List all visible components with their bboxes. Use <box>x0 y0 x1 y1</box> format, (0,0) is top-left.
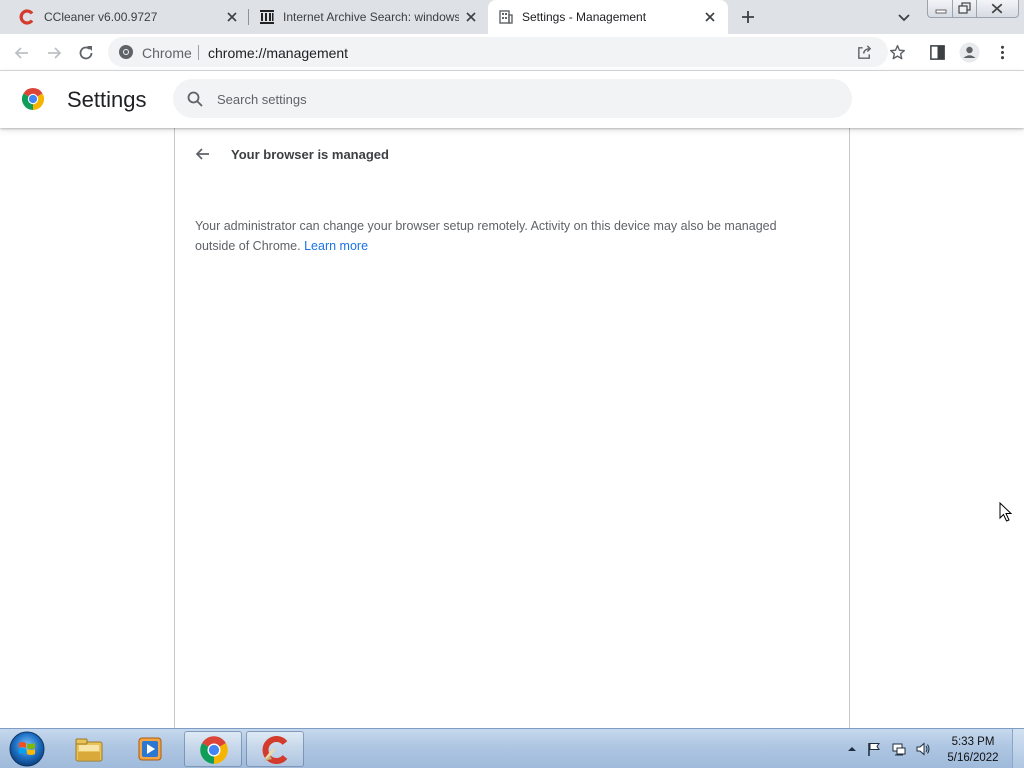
tab-title: CCleaner v6.00.9727 <box>44 10 158 24</box>
chrome-site-icon <box>119 45 133 59</box>
taskbar-media-player[interactable] <box>122 731 180 767</box>
taskbar-chrome[interactable] <box>184 731 242 767</box>
managed-message: Your administrator can change your brows… <box>195 216 820 256</box>
show-desktop-button[interactable] <box>1012 729 1024 768</box>
address-bar[interactable]: Chrome chrome://management <box>108 37 888 67</box>
tab-ccleaner[interactable]: CCleaner v6.00.9727 <box>0 0 248 34</box>
system-clock[interactable]: 5:33 PM 5/16/2022 <box>938 734 1008 766</box>
search-input[interactable] <box>217 89 817 109</box>
minimize-button[interactable] <box>927 0 953 18</box>
chevron-down-icon[interactable] <box>895 8 913 26</box>
share-icon[interactable] <box>856 44 873 61</box>
restore-button[interactable] <box>953 0 977 18</box>
show-hidden-icons-icon[interactable] <box>844 741 860 757</box>
managed-message-text: Your administrator can change your brows… <box>195 219 777 253</box>
clock-time: 5:33 PM <box>951 736 995 748</box>
window-close-button[interactable] <box>977 0 1019 18</box>
screen: CCleaner v6.00.9727 Internet Archive Sea… <box>0 0 1024 768</box>
clock-date: 5/16/2022 <box>947 752 999 764</box>
back-arrow-icon[interactable] <box>12 43 32 63</box>
close-icon[interactable] <box>702 9 718 25</box>
url-text[interactable]: chrome://management <box>208 45 348 61</box>
media-player-icon <box>138 737 162 761</box>
restore-icon <box>958 2 971 14</box>
settings-search[interactable] <box>173 79 852 118</box>
omnibox-divider <box>198 45 199 60</box>
search-icon <box>187 91 203 107</box>
page-title: Settings <box>67 87 147 112</box>
forward-arrow-icon[interactable] <box>44 43 64 63</box>
close-icon[interactable] <box>463 9 479 25</box>
tab-title: Internet Archive Search: windows <box>283 10 459 24</box>
more-menu-icon[interactable] <box>994 44 1011 61</box>
tab-title: Settings - Management <box>522 10 647 24</box>
windows-explorer-icon <box>75 738 103 762</box>
volume-icon[interactable] <box>915 741 931 757</box>
tab-settings-management[interactable]: Settings - Management <box>488 0 728 34</box>
ccleaner-icon <box>19 9 34 25</box>
start-button[interactable] <box>7 730 47 768</box>
settings-page-icon <box>499 10 513 24</box>
settings-header: Settings <box>0 71 1024 128</box>
close-icon <box>991 3 1003 14</box>
taskbar-ccleaner[interactable] <box>246 731 304 767</box>
new-tab-button[interactable] <box>737 6 759 28</box>
tab-strip: CCleaner v6.00.9727 Internet Archive Sea… <box>0 0 1024 34</box>
side-panel-icon[interactable] <box>929 44 946 61</box>
site-chip-label: Chrome <box>142 45 192 61</box>
browser-toolbar: Chrome chrome://management <box>0 34 1024 71</box>
bookmark-star-icon[interactable] <box>889 44 906 61</box>
chrome-icon <box>200 736 228 764</box>
subpage-title: Your browser is managed <box>231 147 389 162</box>
windows-taskbar: 5:33 PM 5/16/2022 <box>0 728 1024 768</box>
learn-more-link[interactable]: Learn more <box>304 239 368 253</box>
mouse-cursor-icon <box>999 502 1013 522</box>
close-icon[interactable] <box>224 9 240 25</box>
back-arrow-button[interactable] <box>194 145 212 163</box>
reload-icon[interactable] <box>76 43 96 63</box>
archive-icon <box>260 10 274 24</box>
window-controls <box>927 0 1019 18</box>
chrome-logo-icon <box>21 87 45 110</box>
action-center-flag-icon[interactable] <box>866 741 882 757</box>
profile-avatar-icon[interactable] <box>959 42 980 63</box>
minimize-icon <box>935 9 947 14</box>
ccleaner-icon <box>262 736 288 764</box>
taskbar-explorer[interactable] <box>60 731 118 767</box>
tab-internet-archive[interactable]: Internet Archive Search: windows <box>249 0 487 34</box>
network-icon[interactable] <box>891 741 907 757</box>
